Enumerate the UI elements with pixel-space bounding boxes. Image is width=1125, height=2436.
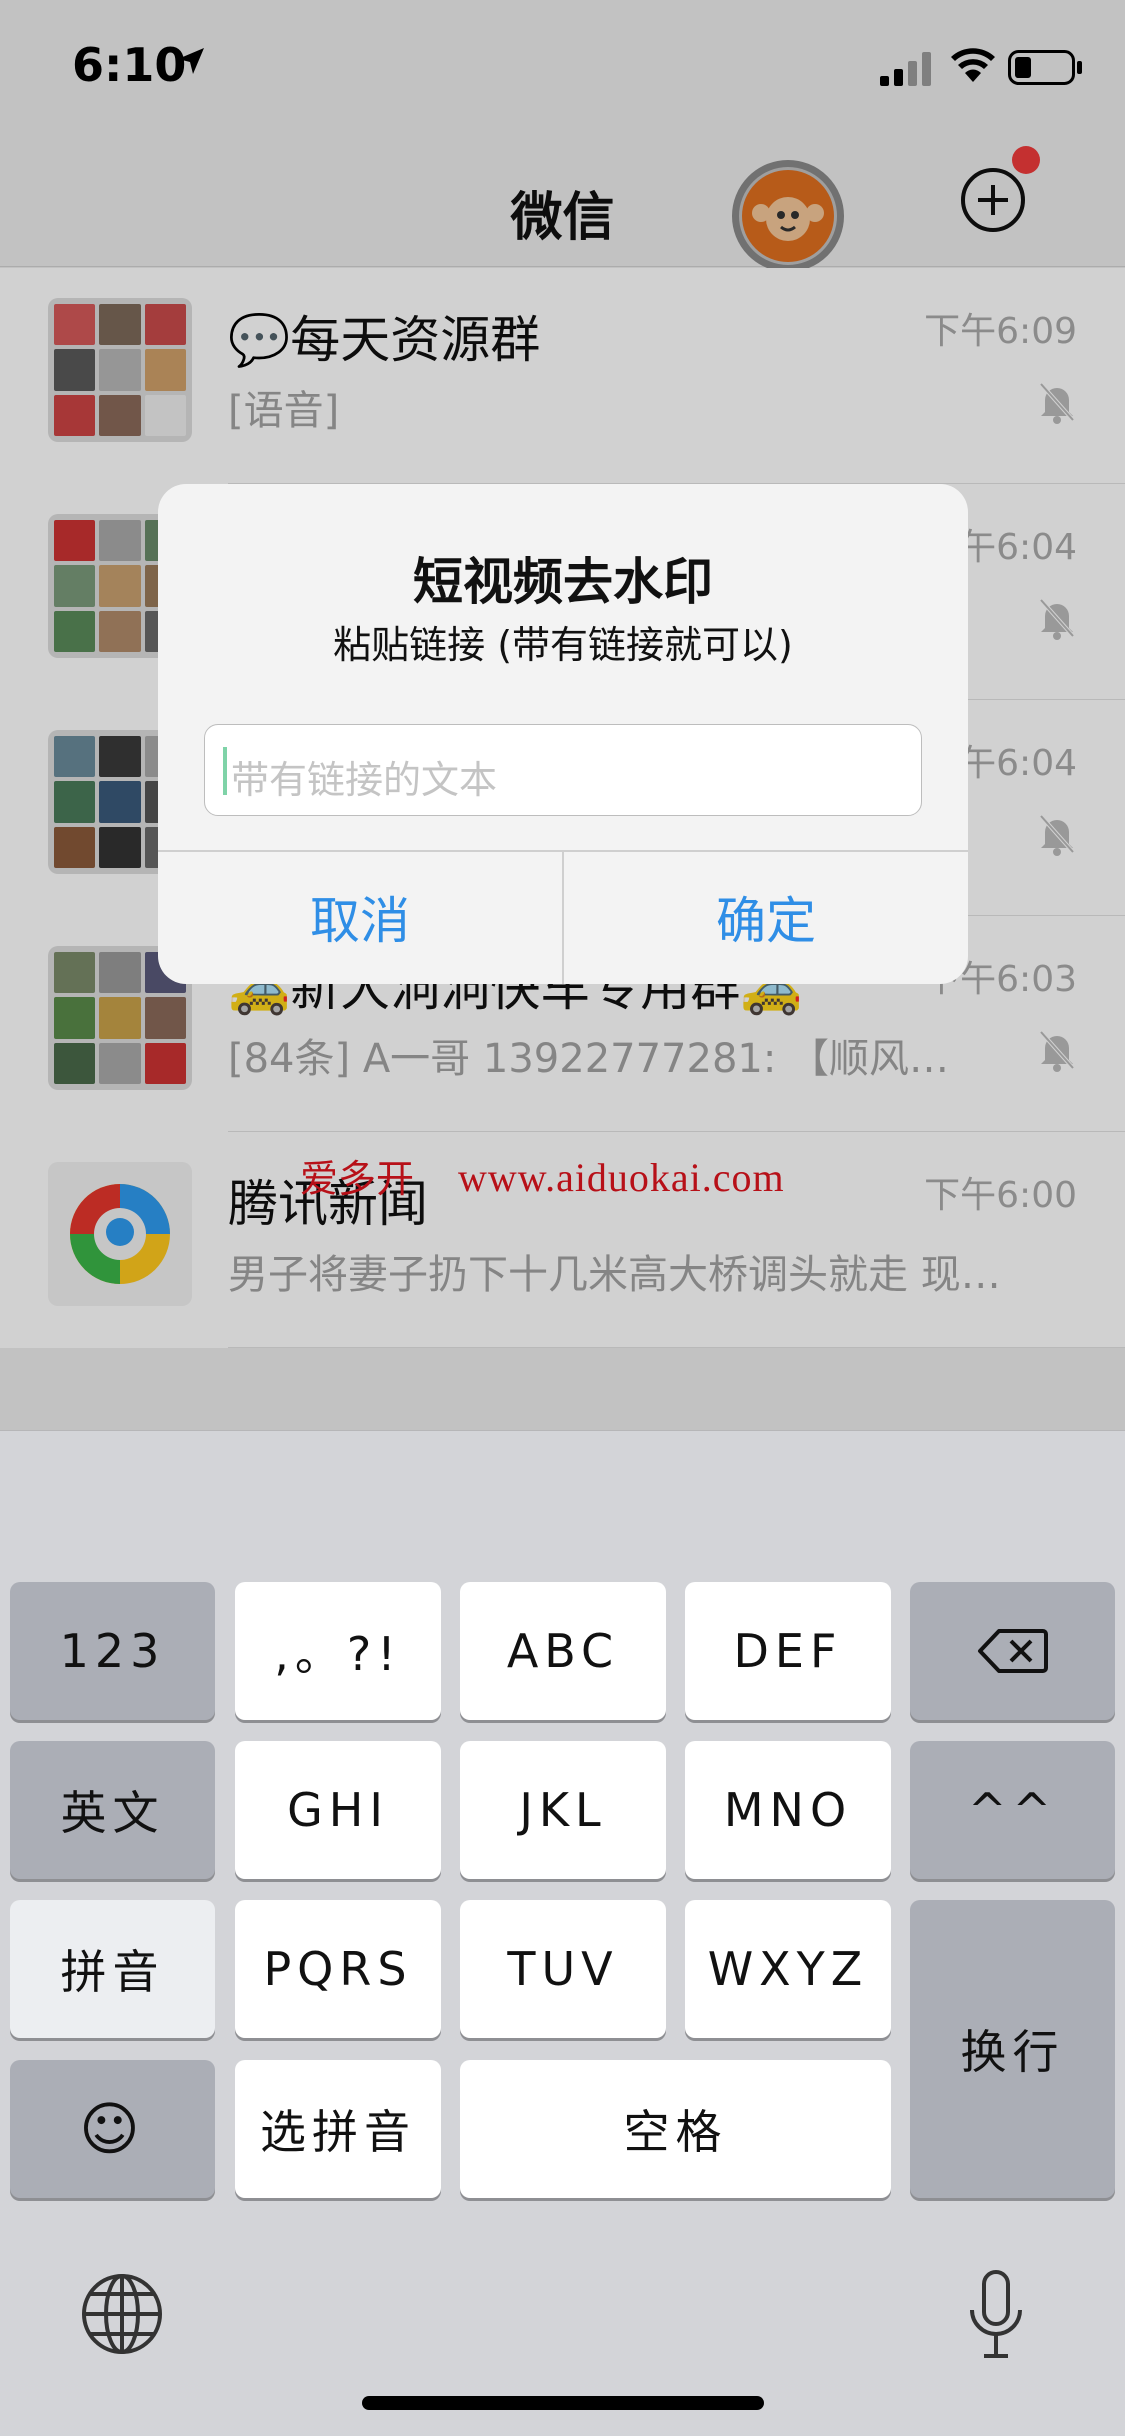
key-numbers[interactable]: 123 <box>10 1582 215 1720</box>
confirm-button[interactable]: 确定 <box>564 850 968 984</box>
dialog-message: 粘贴链接 (带有链接就可以) <box>333 623 793 667</box>
backspace-icon <box>977 1629 1048 1673</box>
key-tuv[interactable]: TUV <box>460 1900 666 2038</box>
key-punctuation[interactable]: ,。?! <box>235 1582 441 1720</box>
return-key[interactable]: 换行 <box>910 1900 1115 2198</box>
key-jkl[interactable]: JKL <box>460 1741 666 1879</box>
dialog-title: 短视频去水印 <box>413 553 713 611</box>
globe-icon[interactable] <box>80 2272 164 2356</box>
home-indicator[interactable] <box>362 2396 764 2410</box>
key-emoticon[interactable]: ^^ <box>910 1741 1115 1879</box>
alert-dialog: 短视频去水印 粘贴链接 (带有链接就可以) 带有链接的文本 取消 确定 <box>158 484 968 984</box>
key-english[interactable]: 英文 <box>10 1741 215 1879</box>
input-placeholder: 带有链接的文本 <box>231 758 498 802</box>
cancel-button[interactable]: 取消 <box>158 850 562 984</box>
key-def[interactable]: DEF <box>685 1582 891 1720</box>
key-pqrs[interactable]: PQRS <box>235 1900 441 2038</box>
key-mno[interactable]: MNO <box>685 1741 891 1879</box>
backspace-key[interactable] <box>910 1582 1115 1720</box>
key-select-pinyin[interactable]: 选拼音 <box>235 2060 441 2198</box>
key-pinyin[interactable]: 拼音 <box>10 1900 215 2038</box>
space-key[interactable]: 空格 <box>460 2060 891 2198</box>
link-text-input[interactable]: 带有链接的文本 <box>204 724 922 816</box>
text-caret <box>223 747 227 795</box>
key-wxyz[interactable]: WXYZ <box>685 1900 891 2038</box>
key-abc[interactable]: ABC <box>460 1582 666 1720</box>
key-ghi[interactable]: GHI <box>235 1741 441 1879</box>
microphone-icon[interactable] <box>966 2268 1026 2360</box>
emoji-key[interactable]: ☺ <box>10 2060 215 2198</box>
